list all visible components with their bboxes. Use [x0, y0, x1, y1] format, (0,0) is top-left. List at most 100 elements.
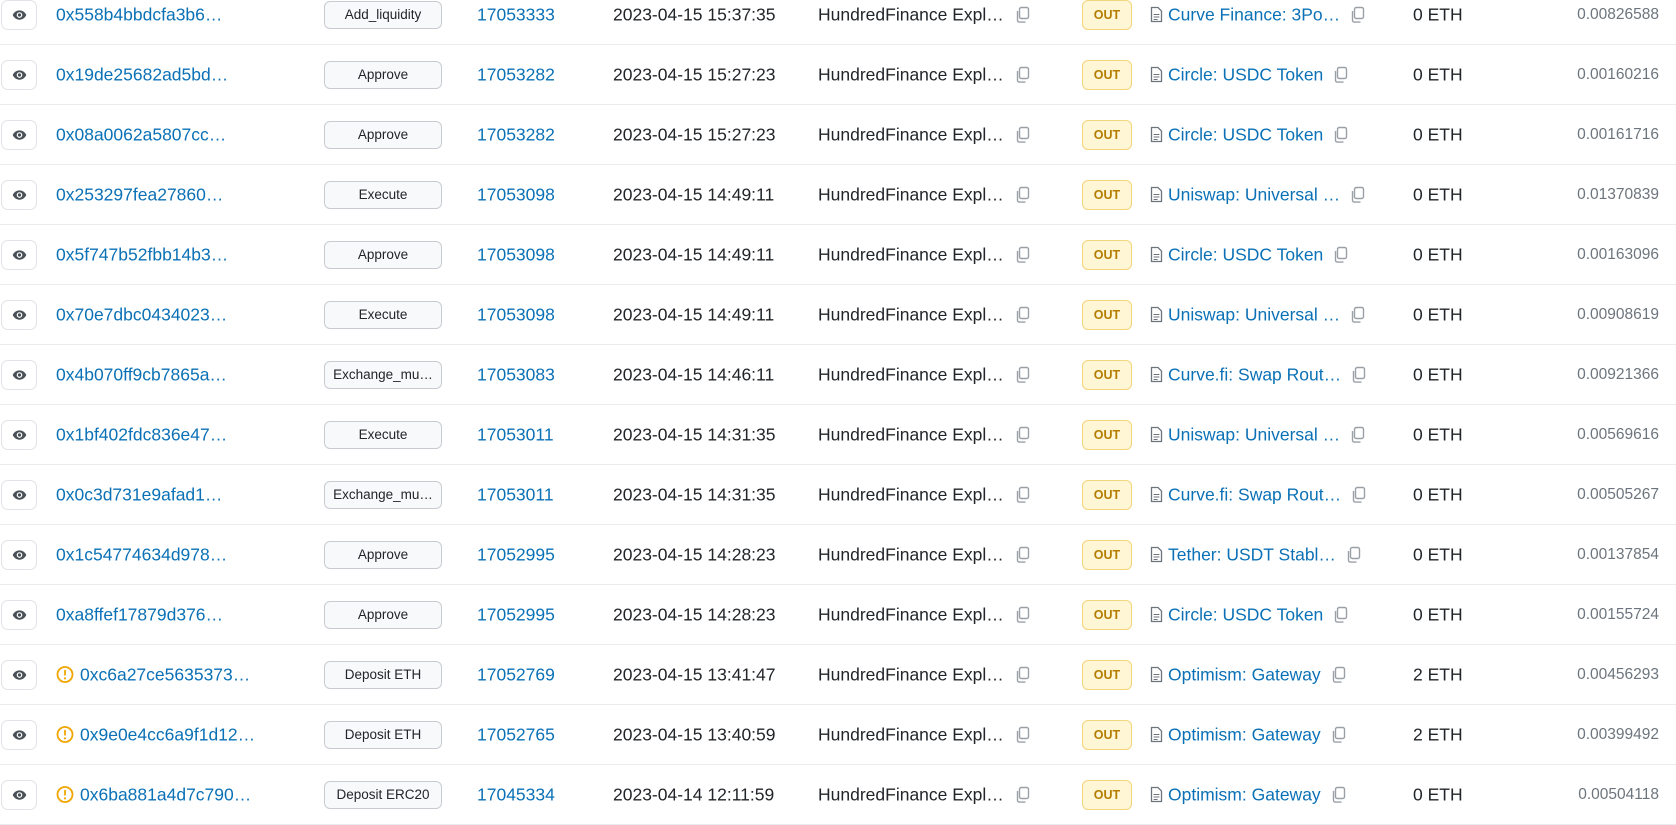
copy-to-button[interactable] — [1331, 726, 1346, 743]
to-address-link[interactable]: Circle: USDC Token — [1168, 64, 1323, 85]
to-address-link[interactable]: Uniswap: Universal … — [1168, 184, 1340, 205]
copy-to-button[interactable] — [1350, 306, 1365, 323]
txn-hash-link[interactable]: 0x4b070ff9cb7865a… — [56, 364, 227, 385]
txn-hash-link[interactable]: 0x253297fea27860… — [56, 184, 223, 205]
from-address[interactable]: HundredFinance Expl… — [818, 544, 1004, 565]
block-link[interactable]: 17053333 — [477, 4, 555, 25]
from-address[interactable]: HundredFinance Expl… — [818, 784, 1004, 805]
view-details-button[interactable] — [1, 119, 37, 150]
copy-from-button[interactable] — [1015, 546, 1030, 563]
to-address-link[interactable]: Curve.fi: Swap Rout… — [1168, 364, 1341, 385]
copy-to-button[interactable] — [1331, 786, 1346, 803]
to-address-link[interactable]: Tether: USDT Stabl… — [1168, 544, 1336, 565]
copy-from-button[interactable] — [1015, 666, 1030, 683]
view-details-button[interactable] — [1, 659, 37, 690]
to-address-link[interactable]: Optimism: Gateway — [1168, 784, 1321, 805]
txn-hash-link[interactable]: 0x1c54774634d978… — [56, 544, 227, 565]
copy-to-button[interactable] — [1331, 666, 1346, 683]
block-link[interactable]: 17052995 — [477, 544, 555, 565]
from-address[interactable]: HundredFinance Expl… — [818, 424, 1004, 445]
block-link[interactable]: 17053098 — [477, 244, 555, 265]
block-link[interactable]: 17052995 — [477, 604, 555, 625]
view-details-button[interactable] — [1, 0, 37, 30]
from-address[interactable]: HundredFinance Expl… — [818, 364, 1004, 385]
view-details-button[interactable] — [1, 779, 37, 810]
copy-from-button[interactable] — [1015, 66, 1030, 83]
txn-hash-link[interactable]: 0xc6a27ce5635373… — [80, 664, 250, 685]
copy-to-button[interactable] — [1350, 426, 1365, 443]
to-address-link[interactable]: Curve Finance: 3Po… — [1168, 4, 1340, 25]
to-address-link[interactable]: Circle: USDC Token — [1168, 124, 1323, 145]
view-details-button[interactable] — [1, 59, 37, 90]
copy-to-button[interactable] — [1346, 546, 1361, 563]
block-link[interactable]: 17053282 — [477, 124, 555, 145]
from-address[interactable]: HundredFinance Expl… — [818, 724, 1004, 745]
copy-to-button[interactable] — [1350, 186, 1365, 203]
txn-hash-link[interactable]: 0x6ba881a4d7c790… — [80, 784, 251, 805]
block-link[interactable]: 17053098 — [477, 184, 555, 205]
txn-hash-link[interactable]: 0x08a0062a5807cc… — [56, 124, 226, 145]
txn-hash-link[interactable]: 0xa8ffef17879d376… — [56, 604, 223, 625]
block-link[interactable]: 17052769 — [477, 664, 555, 685]
txn-hash-link[interactable]: 0x19de25682ad5bd… — [56, 64, 228, 85]
view-details-button[interactable] — [1, 179, 37, 210]
from-address[interactable]: HundredFinance Expl… — [818, 184, 1004, 205]
to-address-link[interactable]: Optimism: Gateway — [1168, 664, 1321, 685]
txn-hash-link[interactable]: 0x1bf402fdc836e47… — [56, 424, 227, 445]
to-address-link[interactable]: Circle: USDC Token — [1168, 244, 1323, 265]
from-address[interactable]: HundredFinance Expl… — [818, 484, 1004, 505]
to-address-link[interactable]: Optimism: Gateway — [1168, 724, 1321, 745]
copy-to-button[interactable] — [1351, 486, 1366, 503]
block-link[interactable]: 17045334 — [477, 784, 555, 805]
view-details-button[interactable] — [1, 239, 37, 270]
block-link[interactable]: 17053011 — [477, 484, 554, 505]
copy-to-button[interactable] — [1333, 126, 1348, 143]
from-address[interactable]: HundredFinance Expl… — [818, 64, 1004, 85]
copy-to-button[interactable] — [1333, 246, 1348, 263]
view-details-button[interactable] — [1, 419, 37, 450]
view-details-button[interactable] — [1, 359, 37, 390]
copy-from-button[interactable] — [1015, 786, 1030, 803]
copy-from-button[interactable] — [1015, 606, 1030, 623]
from-address[interactable]: HundredFinance Expl… — [818, 664, 1004, 685]
copy-from-button[interactable] — [1015, 486, 1030, 503]
view-details-button[interactable] — [1, 299, 37, 330]
copy-to-button[interactable] — [1350, 6, 1365, 23]
copy-from-button[interactable] — [1015, 6, 1030, 23]
from-address[interactable]: HundredFinance Expl… — [818, 304, 1004, 325]
to-address-link[interactable]: Circle: USDC Token — [1168, 604, 1323, 625]
txn-hash-link[interactable]: 0x558b4bbdcfa3b6… — [56, 4, 222, 25]
copy-to-button[interactable] — [1333, 66, 1348, 83]
block-link[interactable]: 17053098 — [477, 304, 555, 325]
copy-from-button[interactable] — [1015, 126, 1030, 143]
txn-hash-link[interactable]: 0x0c3d731e9afad1… — [56, 484, 222, 505]
block-link[interactable]: 17053011 — [477, 424, 554, 445]
from-address[interactable]: HundredFinance Expl… — [818, 604, 1004, 625]
copy-to-button[interactable] — [1351, 366, 1366, 383]
value-text: 0 ETH — [1413, 484, 1463, 504]
view-details-button[interactable] — [1, 599, 37, 630]
copy-from-button[interactable] — [1015, 366, 1030, 383]
eye-icon — [12, 669, 26, 680]
txn-hash-link[interactable]: 0x70e7dbc0434023… — [56, 304, 227, 325]
view-details-button[interactable] — [1, 479, 37, 510]
copy-from-button[interactable] — [1015, 246, 1030, 263]
copy-to-button[interactable] — [1333, 606, 1348, 623]
from-address[interactable]: HundredFinance Expl… — [818, 4, 1004, 25]
to-address-link[interactable]: Uniswap: Universal … — [1168, 304, 1340, 325]
copy-from-button[interactable] — [1015, 426, 1030, 443]
copy-from-button[interactable] — [1015, 306, 1030, 323]
view-details-button[interactable] — [1, 539, 37, 570]
view-details-button[interactable] — [1, 719, 37, 750]
copy-from-button[interactable] — [1015, 726, 1030, 743]
txn-hash-link[interactable]: 0x9e0e4cc6a9f1d12… — [80, 724, 255, 745]
to-address-link[interactable]: Curve.fi: Swap Rout… — [1168, 484, 1341, 505]
block-link[interactable]: 17053083 — [477, 364, 555, 385]
block-link[interactable]: 17053282 — [477, 64, 555, 85]
from-address[interactable]: HundredFinance Expl… — [818, 124, 1004, 145]
block-link[interactable]: 17052765 — [477, 724, 555, 745]
txn-hash-link[interactable]: 0x5f747b52fbb14b3… — [56, 244, 228, 265]
to-address-link[interactable]: Uniswap: Universal … — [1168, 424, 1340, 445]
from-address[interactable]: HundredFinance Expl… — [818, 244, 1004, 265]
copy-from-button[interactable] — [1015, 186, 1030, 203]
